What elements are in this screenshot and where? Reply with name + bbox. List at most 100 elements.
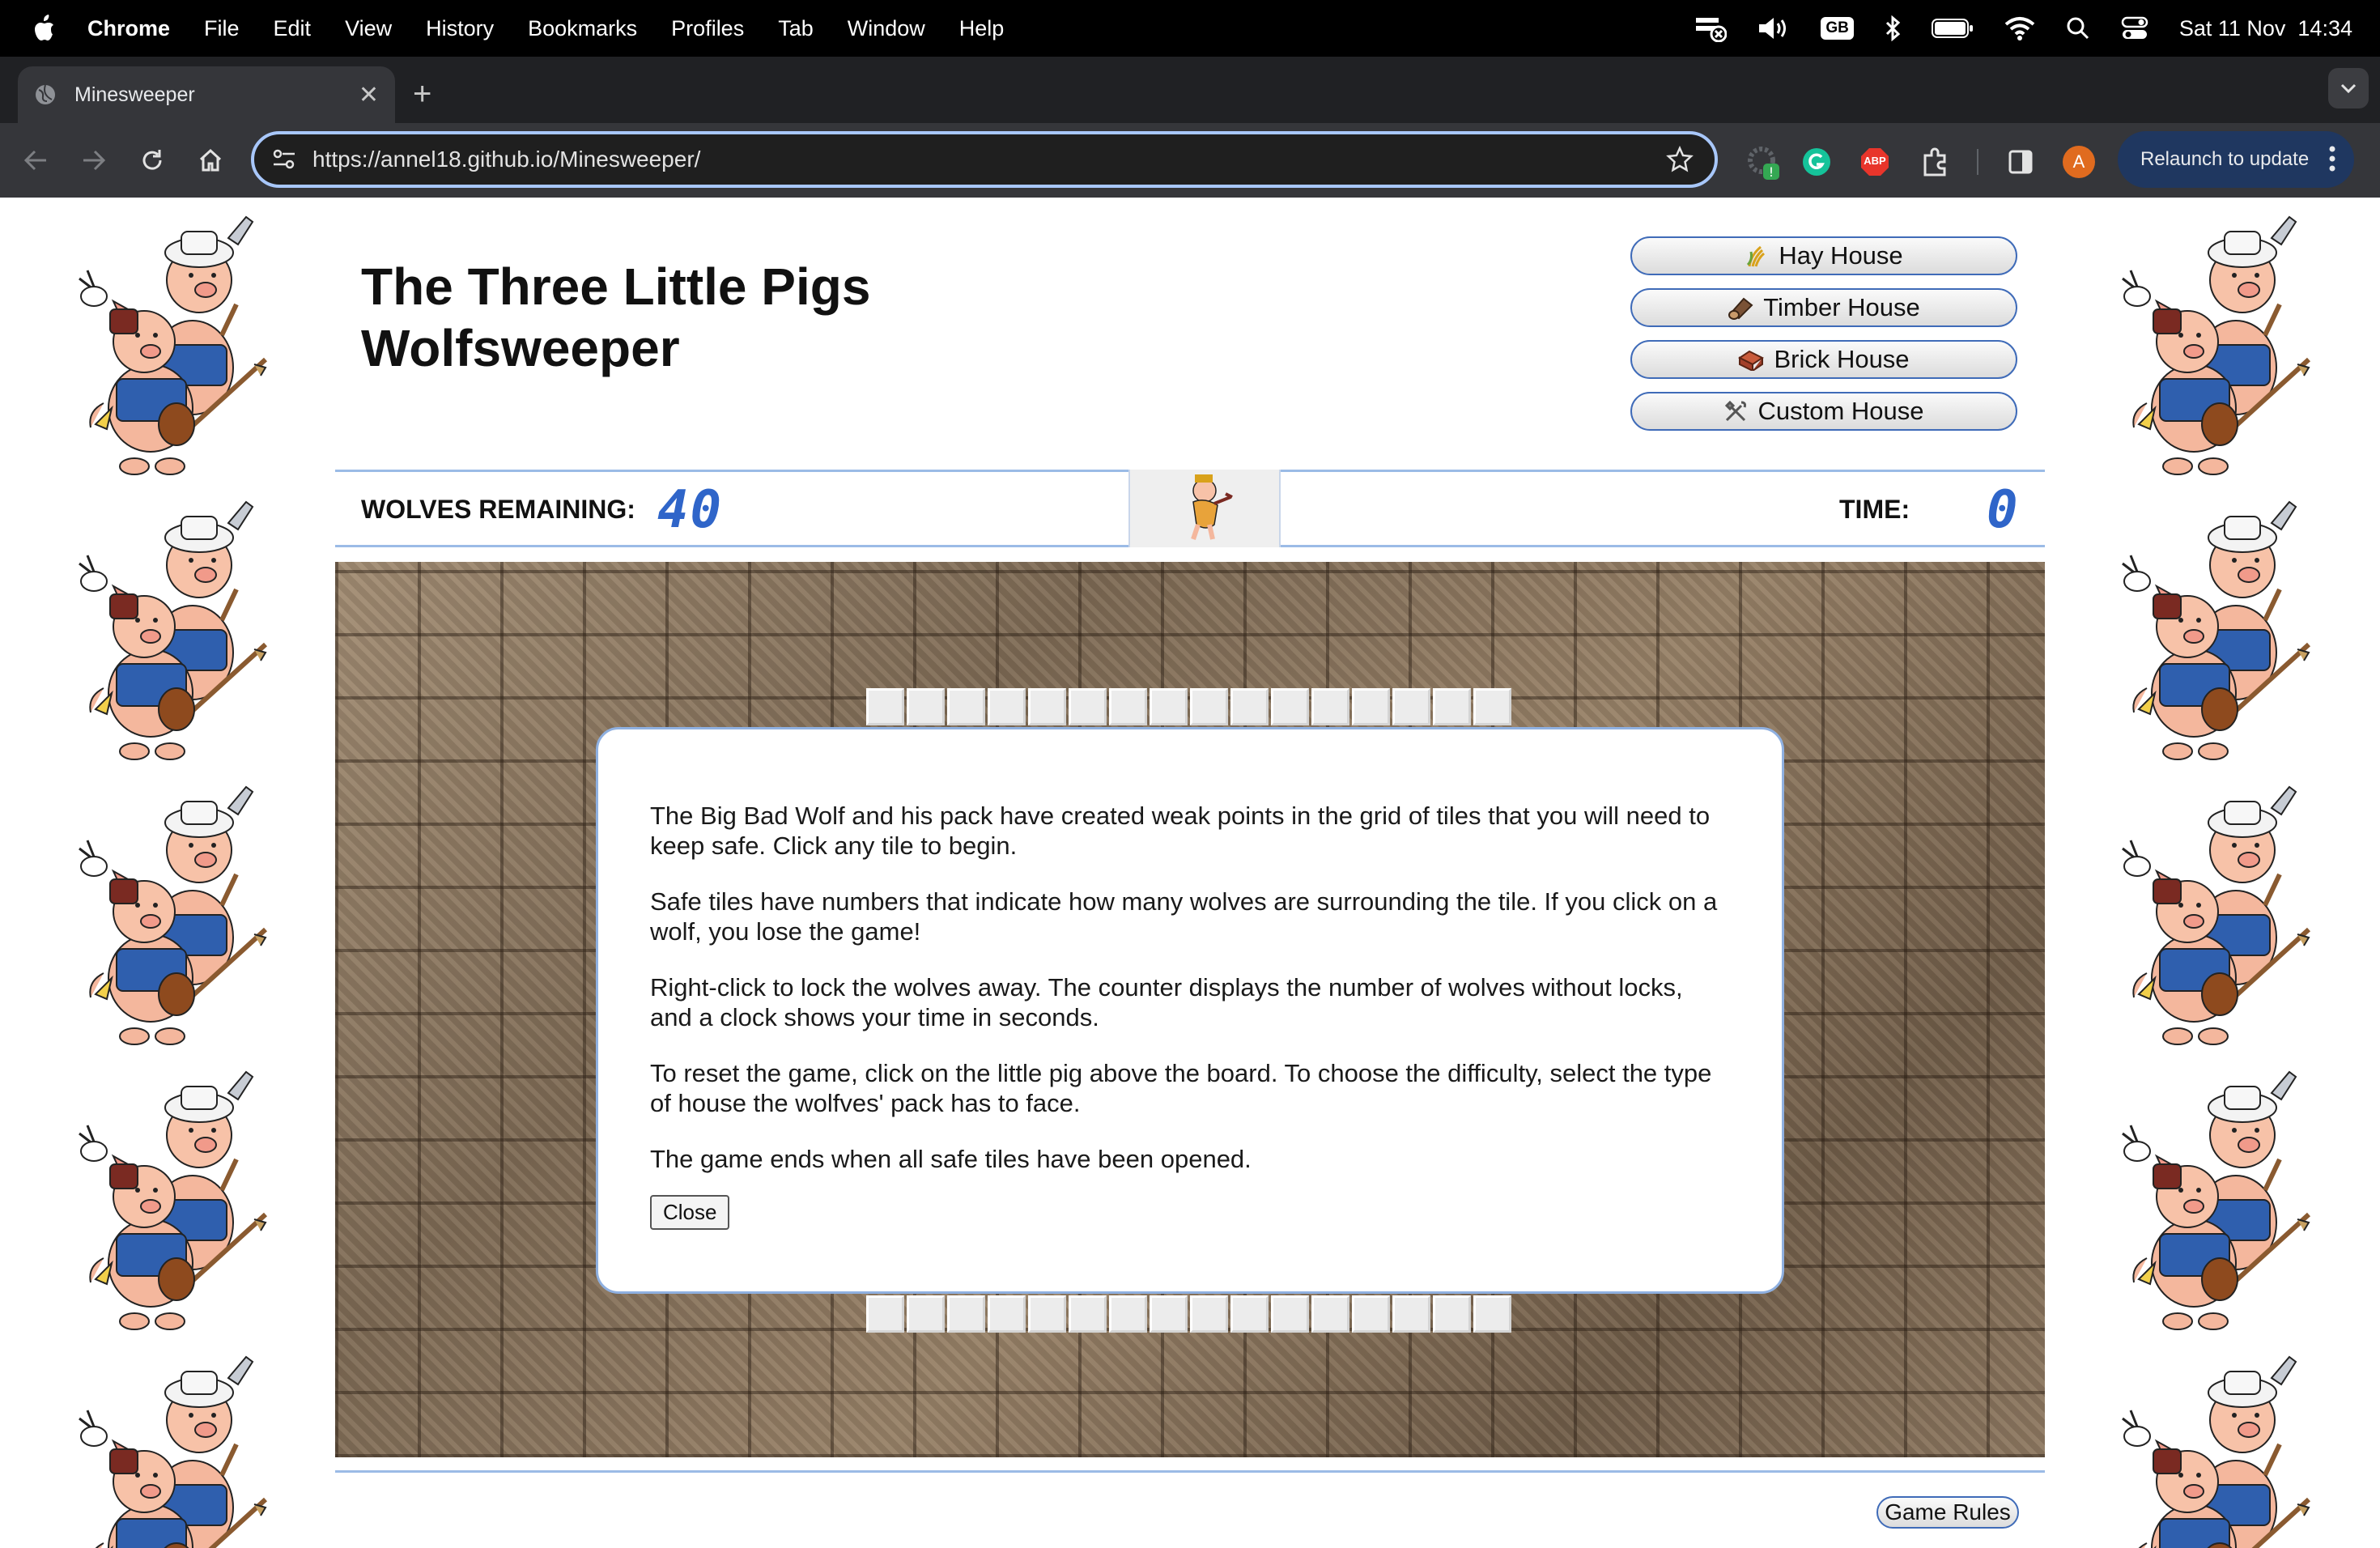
adblock-label: ABP <box>1864 155 1886 167</box>
game-tile[interactable] <box>1271 1295 1309 1333</box>
game-tile[interactable] <box>1190 688 1228 725</box>
close-modal-button[interactable]: Close <box>650 1195 730 1230</box>
game-tile[interactable] <box>1473 1295 1511 1333</box>
game-tile[interactable] <box>907 1295 945 1333</box>
apple-icon[interactable] <box>32 15 55 42</box>
brick-house-label: Brick House <box>1774 345 1910 373</box>
volume-icon[interactable] <box>1757 16 1790 40</box>
game-tile[interactable] <box>1230 1295 1269 1333</box>
rules-modal: The Big Bad Wolf and his pack have creat… <box>596 727 1784 1294</box>
menu-edit[interactable]: Edit <box>274 16 312 41</box>
search-icon[interactable] <box>2066 16 2090 40</box>
tab-search-button[interactable] <box>2328 68 2369 108</box>
game-tile[interactable] <box>1352 688 1390 725</box>
game-tile[interactable] <box>1150 688 1188 725</box>
bookmark-star-icon[interactable] <box>1666 146 1694 173</box>
control-center-icon[interactable] <box>2121 16 2148 40</box>
globe-icon <box>36 84 55 104</box>
keyboard-layout-badge[interactable]: GB <box>1821 17 1854 40</box>
custom-house-button[interactable]: Custom House <box>1630 392 2017 431</box>
menu-help[interactable]: Help <box>959 16 1005 41</box>
battery-icon[interactable] <box>1931 18 1974 39</box>
toolbar-divider <box>1977 149 1978 175</box>
game-tile[interactable] <box>1069 688 1107 725</box>
game-tile[interactable] <box>1311 1295 1349 1333</box>
reset-pig-button[interactable] <box>1128 470 1281 547</box>
game-rules-button[interactable]: Game Rules <box>1876 1496 2019 1529</box>
profile-avatar[interactable]: A <box>2063 146 2095 178</box>
menu-window[interactable]: Window <box>848 16 925 41</box>
game-tile[interactable] <box>1392 688 1430 725</box>
grammarly-icon[interactable] <box>1802 147 1831 176</box>
footer-divider <box>335 1470 2045 1473</box>
more-vert-icon[interactable] <box>2328 144 2336 173</box>
game-tile[interactable] <box>1190 1295 1228 1333</box>
game-tile[interactable] <box>988 688 1026 725</box>
game-tile[interactable] <box>988 1295 1026 1333</box>
game-tile[interactable] <box>1392 1295 1430 1333</box>
screen-share-off-icon[interactable] <box>1694 15 1728 42</box>
site-settings-icon[interactable] <box>272 149 296 170</box>
menu-profiles[interactable]: Profiles <box>671 16 744 41</box>
menu-file[interactable]: File <box>204 16 240 41</box>
close-tab-icon[interactable]: ✕ <box>359 81 379 109</box>
timber-icon <box>1728 297 1753 320</box>
new-tab-button[interactable]: + <box>413 73 431 115</box>
game-tile[interactable] <box>1028 688 1066 725</box>
time-counter: 0 <box>1987 480 2020 540</box>
game-tile[interactable] <box>1352 1295 1390 1333</box>
extensions-puzzle-icon[interactable] <box>1920 147 1949 176</box>
game-tile[interactable] <box>1069 1295 1107 1333</box>
extension-loader-icon[interactable]: ! <box>1745 146 1781 181</box>
forward-button[interactable] <box>78 144 110 176</box>
chevron-down-icon <box>2340 83 2357 93</box>
rules-paragraph: Safe tiles have numbers that indicate ho… <box>650 887 1718 946</box>
address-bar[interactable]: https://annel18.github.io/Minesweeper/ <box>251 131 1718 188</box>
game-tile[interactable] <box>1109 688 1147 725</box>
menubar-clock[interactable]: Sat 11 Nov 14:34 <box>2179 16 2352 41</box>
game-tile[interactable] <box>1150 1295 1188 1333</box>
home-button[interactable] <box>194 144 227 176</box>
custom-house-label: Custom House <box>1757 397 1924 425</box>
pig-illustration-left-3 <box>55 776 282 1051</box>
menu-app-chrome[interactable]: Chrome <box>87 16 170 41</box>
macos-menu-bar: Chrome File Edit View History Bookmarks … <box>0 0 2380 57</box>
game-tile[interactable] <box>1028 1295 1066 1333</box>
game-tile[interactable] <box>1433 688 1471 725</box>
bluetooth-icon[interactable] <box>1885 15 1901 41</box>
adblock-plus-icon[interactable]: ABP <box>1860 147 1889 176</box>
game-tile[interactable] <box>1311 688 1349 725</box>
web-page: The Three Little Pigs Wolfsweeper Hay Ho… <box>0 198 2380 1548</box>
game-tile[interactable] <box>907 688 945 725</box>
relaunch-to-update-button[interactable]: Relaunch to update <box>2118 131 2354 188</box>
game-tile[interactable] <box>1109 1295 1147 1333</box>
game-tile[interactable] <box>947 1295 985 1333</box>
tab-strip: Minesweeper ✕ + <box>0 57 2380 123</box>
pig-face-icon <box>1191 474 1233 540</box>
menu-tab[interactable]: Tab <box>778 16 814 41</box>
game-tile[interactable] <box>1230 688 1269 725</box>
browser-toolbar: https://annel18.github.io/Minesweeper/ !… <box>0 123 2380 198</box>
menu-view[interactable]: View <box>345 16 392 41</box>
game-tile[interactable] <box>866 688 904 725</box>
wifi-icon[interactable] <box>2004 16 2035 40</box>
game-tile[interactable] <box>1271 688 1309 725</box>
game-tile[interactable] <box>947 688 985 725</box>
tab-minesweeper[interactable]: Minesweeper ✕ <box>18 66 395 123</box>
game-tile[interactable] <box>866 1295 904 1333</box>
back-button[interactable] <box>19 144 52 176</box>
relaunch-label: Relaunch to update <box>2140 148 2310 170</box>
hay-house-button[interactable]: Hay House <box>1630 236 2017 275</box>
rules-paragraph: Right-click to lock the wolves away. The… <box>650 973 1683 1031</box>
arrow-right-icon <box>83 150 106 171</box>
brick-house-button[interactable]: Brick House <box>1630 340 2017 379</box>
game-tile[interactable] <box>1473 688 1511 725</box>
timber-house-button[interactable]: Timber House <box>1630 288 2017 327</box>
menu-bookmarks[interactable]: Bookmarks <box>528 16 637 41</box>
reload-button[interactable] <box>136 144 168 176</box>
game-tile[interactable] <box>1433 1295 1471 1333</box>
side-panel-icon[interactable] <box>2008 149 2034 175</box>
hay-house-label: Hay House <box>1779 241 1903 270</box>
menu-history[interactable]: History <box>426 16 494 41</box>
brick-icon <box>1738 350 1765 371</box>
